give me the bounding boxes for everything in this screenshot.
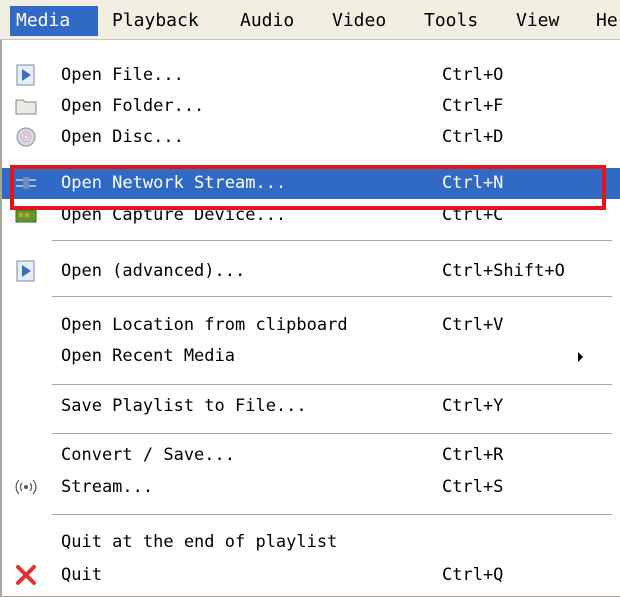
menubar-media[interactable]: Media (10, 6, 98, 36)
menu-separator (52, 384, 612, 385)
network-icon (16, 177, 36, 189)
menu-item-open-folder[interactable]: Open Folder... Ctrl+F (2, 91, 620, 122)
menubar-view[interactable]: View (510, 6, 565, 36)
menu-separator (52, 296, 612, 297)
menu-item-open-file[interactable]: Open File... Ctrl+O (2, 60, 620, 91)
quit-x-icon (16, 565, 36, 585)
file-play-icon (16, 64, 35, 86)
menu-item-quit-end-of-playlist[interactable]: Quit at the end of playlist (2, 527, 620, 558)
menubar-audio[interactable]: Audio (234, 6, 300, 36)
menubar-playback[interactable]: Playback (106, 6, 205, 36)
menu-item-open-network-stream[interactable]: Open Network Stream... Ctrl+N (2, 168, 620, 199)
stream-icon (15, 479, 37, 495)
menu-item-stream[interactable]: Stream... Ctrl+S (2, 472, 620, 503)
disc-icon (16, 127, 36, 147)
menu-item-open-capture-device[interactable]: Open Capture Device... Ctrl+C (2, 200, 620, 231)
menu-item-convert-save[interactable]: Convert / Save... Ctrl+R (2, 440, 620, 471)
menu-item-open-location-clipboard[interactable]: Open Location from clipboard Ctrl+V (2, 310, 620, 341)
menu-bar: Media Playback Audio Video Tools View He (0, 0, 620, 40)
menu-item-open-disc[interactable]: Open Disc... Ctrl+D (2, 122, 620, 153)
submenu-arrow-icon (578, 352, 583, 362)
capture-card-icon (15, 209, 37, 223)
menu-separator (52, 433, 612, 434)
menubar-video[interactable]: Video (326, 6, 392, 36)
file-play-icon (16, 260, 35, 282)
menubar-tools[interactable]: Tools (418, 6, 484, 36)
menu-item-save-playlist[interactable]: Save Playlist to File... Ctrl+Y (2, 391, 620, 422)
media-dropdown-menu: Open File... Ctrl+O Open Folder... Ctrl+… (0, 40, 620, 597)
menubar-help[interactable]: He (590, 6, 620, 36)
menu-separator (52, 514, 612, 515)
menu-item-quit[interactable]: Quit Ctrl+Q (2, 560, 620, 591)
menu-item-open-recent-media[interactable]: Open Recent Media (2, 341, 620, 372)
folder-icon (15, 99, 37, 115)
menu-separator (52, 240, 612, 241)
menu-item-open-advanced[interactable]: Open (advanced)... Ctrl+Shift+O (2, 256, 620, 287)
